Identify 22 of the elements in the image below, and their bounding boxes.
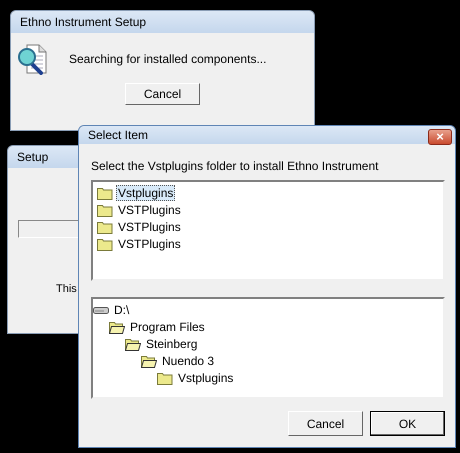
tree-item[interactable]: Steinberg bbox=[144, 336, 200, 352]
status-message: Searching for installed components... bbox=[69, 52, 266, 66]
cancel-button[interactable]: Cancel bbox=[288, 411, 363, 436]
window-title: Setup bbox=[17, 150, 48, 164]
tree-item[interactable]: D:\ bbox=[112, 302, 132, 318]
folder-icon bbox=[97, 202, 113, 216]
cancel-button[interactable]: Cancel bbox=[125, 83, 200, 105]
window-title: Select Item bbox=[88, 128, 148, 142]
folder-item[interactable]: Vstplugins bbox=[116, 184, 176, 200]
folder-icon bbox=[97, 186, 113, 200]
document-search-icon bbox=[17, 43, 49, 75]
tree-item[interactable]: Vstplugins bbox=[176, 370, 236, 386]
tree-item[interactable]: Nuendo 3 bbox=[160, 352, 216, 368]
setup-message: This bbox=[56, 283, 77, 295]
tree-item[interactable]: Program Files bbox=[128, 318, 207, 334]
ok-button[interactable]: OK bbox=[370, 411, 445, 436]
folder-item[interactable]: VSTPlugins bbox=[116, 236, 183, 252]
prompt-text: Select the Vstplugins folder to install Ethno Instrument bbox=[91, 159, 380, 173]
folder-item[interactable]: VSTPlugins bbox=[116, 202, 183, 218]
folder-icon bbox=[97, 220, 113, 234]
folder-item[interactable]: VSTPlugins bbox=[116, 218, 183, 234]
window-title: Ethno Instrument Setup bbox=[20, 15, 146, 29]
